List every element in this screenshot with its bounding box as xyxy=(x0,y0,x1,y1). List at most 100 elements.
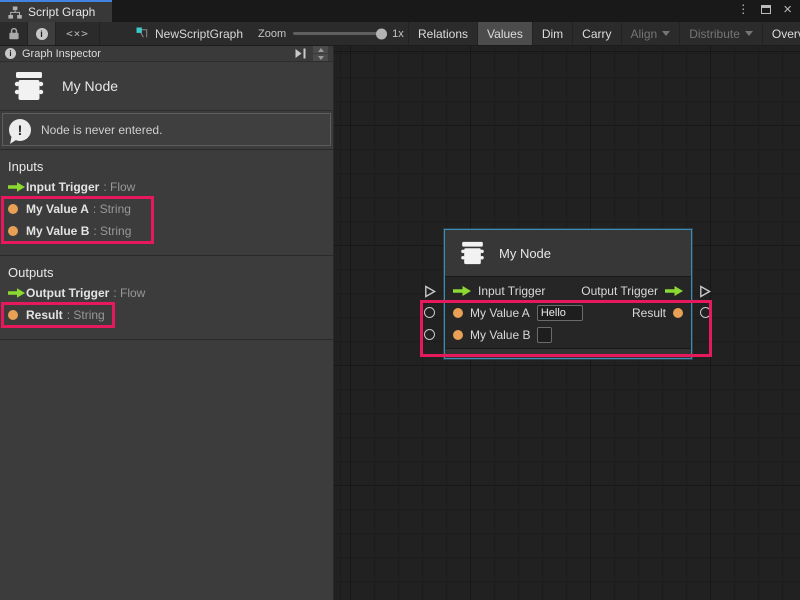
collapse-panel-icon[interactable] xyxy=(294,48,307,59)
button-label: Distribute xyxy=(689,27,740,41)
output-trigger-label: Output Trigger xyxy=(581,284,658,298)
toolbar-buttons: Relations Values Dim Carry Align Distrib… xyxy=(408,22,800,45)
inputs-section: Inputs Input Trigger : Flow My Value A :… xyxy=(0,150,333,252)
script-graph-window: Script Graph ⋮ × i <×> Ne xyxy=(0,0,800,600)
carry-button[interactable]: Carry xyxy=(572,22,620,45)
scroll-up-button[interactable] xyxy=(313,46,328,53)
inspector-toggle-button[interactable]: i xyxy=(28,22,56,45)
value-a-port-icon[interactable] xyxy=(453,308,463,318)
value-port-icon xyxy=(8,226,26,236)
lock-button[interactable] xyxy=(0,22,28,45)
warning-banner: ! Node is never entered. xyxy=(2,113,331,146)
panel-scroll-spinner xyxy=(313,46,328,61)
overview-button[interactable]: Overview xyxy=(762,22,800,45)
value-b-row: My Value B xyxy=(445,324,691,346)
value-port-icon xyxy=(8,310,26,320)
triangle-up-icon xyxy=(318,48,324,52)
dim-button[interactable]: Dim xyxy=(532,22,572,45)
port-type: : String xyxy=(67,308,105,322)
hierarchy-graph-icon xyxy=(8,6,22,19)
inspector-title: Graph Inspector xyxy=(22,48,288,60)
input-trigger-port-icon[interactable] xyxy=(453,286,471,296)
result-port-icon[interactable] xyxy=(673,308,683,318)
button-label: Relations xyxy=(418,27,468,41)
port-name: My Value A xyxy=(26,202,89,216)
triangle-down-icon xyxy=(318,56,324,60)
external-value-b-port[interactable] xyxy=(424,329,435,340)
tab-label: Script Graph xyxy=(28,5,95,19)
align-dropdown-button[interactable]: Align xyxy=(621,22,680,45)
zoom-value: 1x xyxy=(392,28,404,40)
graph-reference-breadcrumb[interactable]: NewScriptGraph xyxy=(136,22,243,45)
port-type: : String xyxy=(93,224,131,238)
outputs-header: Outputs xyxy=(0,264,333,282)
my-node[interactable]: My Node Input Trigger Output Trigger xyxy=(444,229,692,359)
port-type: : Flow xyxy=(103,180,135,194)
warning-bubble-icon: ! xyxy=(9,119,31,141)
external-flow-in-port[interactable] xyxy=(424,285,437,303)
value-port-icon xyxy=(8,204,26,214)
scroll-down-button[interactable] xyxy=(313,54,328,61)
value-a-input[interactable] xyxy=(537,305,583,321)
selected-node-summary: My Node xyxy=(0,62,333,111)
inspector-header: i Graph Inspector xyxy=(0,46,333,62)
maximize-icon[interactable] xyxy=(761,5,771,14)
external-flow-out-port[interactable] xyxy=(699,285,712,303)
external-value-a-port[interactable] xyxy=(424,307,435,318)
input-trigger-label: Input Trigger xyxy=(478,284,545,298)
node-title: My Node xyxy=(499,246,551,261)
node-footer xyxy=(445,348,691,358)
kebab-menu-icon[interactable]: ⋮ xyxy=(737,3,749,15)
button-label: Carry xyxy=(582,27,611,41)
graph-toolbar: i <×> NewScriptGraph Zoom 1x Relations V… xyxy=(0,22,800,46)
zoom-label: Zoom xyxy=(258,28,286,40)
button-label: Overview xyxy=(772,27,800,41)
close-icon[interactable]: × xyxy=(783,2,792,17)
code-icon: <×> xyxy=(66,27,89,40)
graph-canvas[interactable]: My Node Input Trigger Output Trigger xyxy=(334,46,800,600)
info-icon: i xyxy=(36,28,48,40)
node-title: My Node xyxy=(62,78,118,94)
inputs-header: Inputs xyxy=(0,158,333,176)
port-row-input-trigger: Input Trigger : Flow xyxy=(0,176,333,198)
flow-arrow-icon xyxy=(8,288,26,298)
button-label: Dim xyxy=(542,27,563,41)
chevron-down-icon xyxy=(662,31,670,36)
port-row-my-value-b: My Value B : String xyxy=(0,220,333,242)
port-name: Input Trigger xyxy=(26,180,99,194)
port-name: Result xyxy=(26,308,63,322)
value-b-port-icon[interactable] xyxy=(453,330,463,340)
result-label: Result xyxy=(632,306,666,320)
node-body: Input Trigger Output Trigger My Value A xyxy=(445,277,691,346)
lock-icon xyxy=(8,27,20,40)
divider xyxy=(0,339,333,340)
code-view-button[interactable]: <×> xyxy=(56,22,100,45)
port-row-result: Result : String xyxy=(0,304,333,326)
value-b-input[interactable] xyxy=(537,327,552,343)
external-result-port[interactable] xyxy=(700,307,711,318)
tab-script-graph[interactable]: Script Graph xyxy=(0,0,112,22)
toolbar-left-icons: i <×> xyxy=(0,22,100,45)
trigger-row: Input Trigger Output Trigger xyxy=(445,280,691,302)
chevron-down-icon xyxy=(745,31,753,36)
button-label: Align xyxy=(631,27,658,41)
port-type: : String xyxy=(93,202,131,216)
zoom-slider-handle[interactable] xyxy=(376,28,387,39)
node-unit-icon xyxy=(12,71,46,101)
zoom-slider[interactable] xyxy=(293,32,385,35)
node-header[interactable]: My Node xyxy=(445,230,691,277)
zoom-control: Zoom 1x xyxy=(258,22,404,45)
port-name: My Value B xyxy=(26,224,89,238)
flow-arrow-icon xyxy=(8,182,26,192)
port-type: : Flow xyxy=(113,286,145,300)
port-name: Output Trigger xyxy=(26,286,109,300)
relations-button[interactable]: Relations xyxy=(408,22,477,45)
port-row-my-value-a: My Value A : String xyxy=(0,198,333,220)
warning-text: Node is never entered. xyxy=(41,123,162,137)
port-row-output-trigger: Output Trigger : Flow xyxy=(0,282,333,304)
node-unit-icon xyxy=(459,241,486,265)
output-trigger-port-icon[interactable] xyxy=(665,286,683,296)
graph-inspector-panel: i Graph Inspector My Node ! Node is neve xyxy=(0,46,334,600)
values-button[interactable]: Values xyxy=(477,22,532,45)
distribute-dropdown-button[interactable]: Distribute xyxy=(679,22,762,45)
